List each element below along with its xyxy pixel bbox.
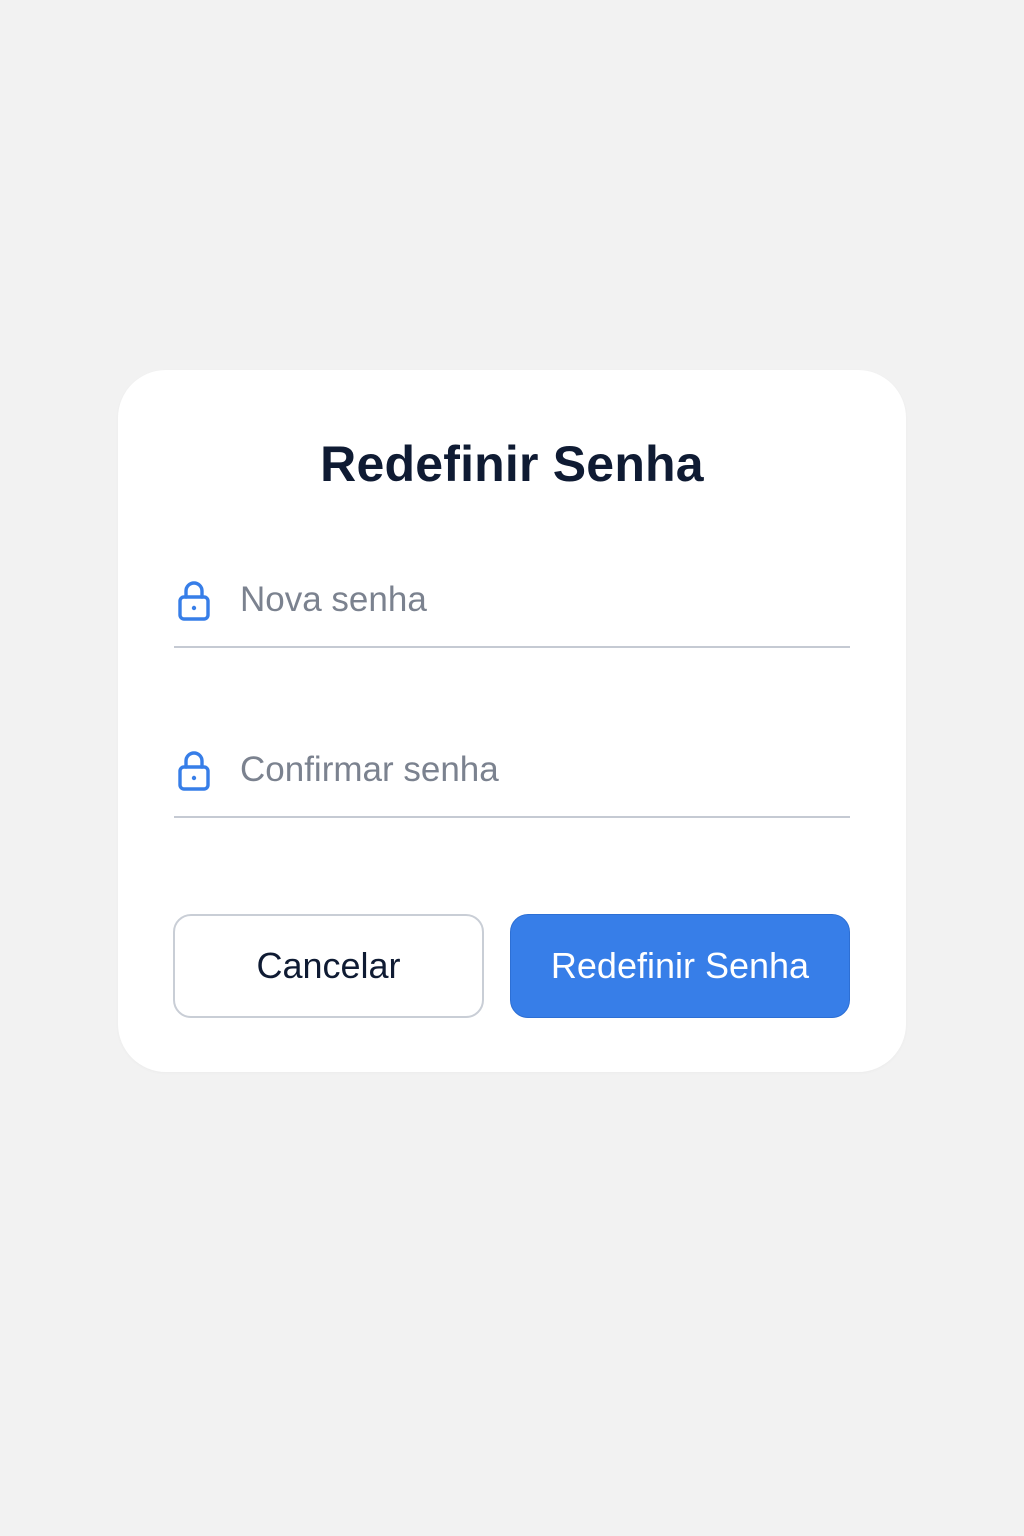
new-password-input[interactable]	[240, 576, 840, 624]
lock-icon	[178, 750, 210, 792]
cancel-button-label: Cancelar	[256, 945, 401, 986]
reset-password-button-label: Redefinir Senha	[550, 945, 810, 986]
dialog-title: Redefinir Senha	[320, 436, 704, 492]
reset-password-button[interactable]: Redefinir Senha	[510, 914, 850, 1018]
confirm-password-field[interactable]	[174, 730, 850, 818]
cancel-button[interactable]: Cancelar	[173, 914, 484, 1018]
reset-password-card: Redefinir Senha Cancelar Redefinir Senha	[118, 370, 906, 1072]
new-password-field[interactable]	[174, 560, 850, 648]
confirm-password-input[interactable]	[240, 746, 840, 794]
lock-icon	[178, 580, 210, 622]
